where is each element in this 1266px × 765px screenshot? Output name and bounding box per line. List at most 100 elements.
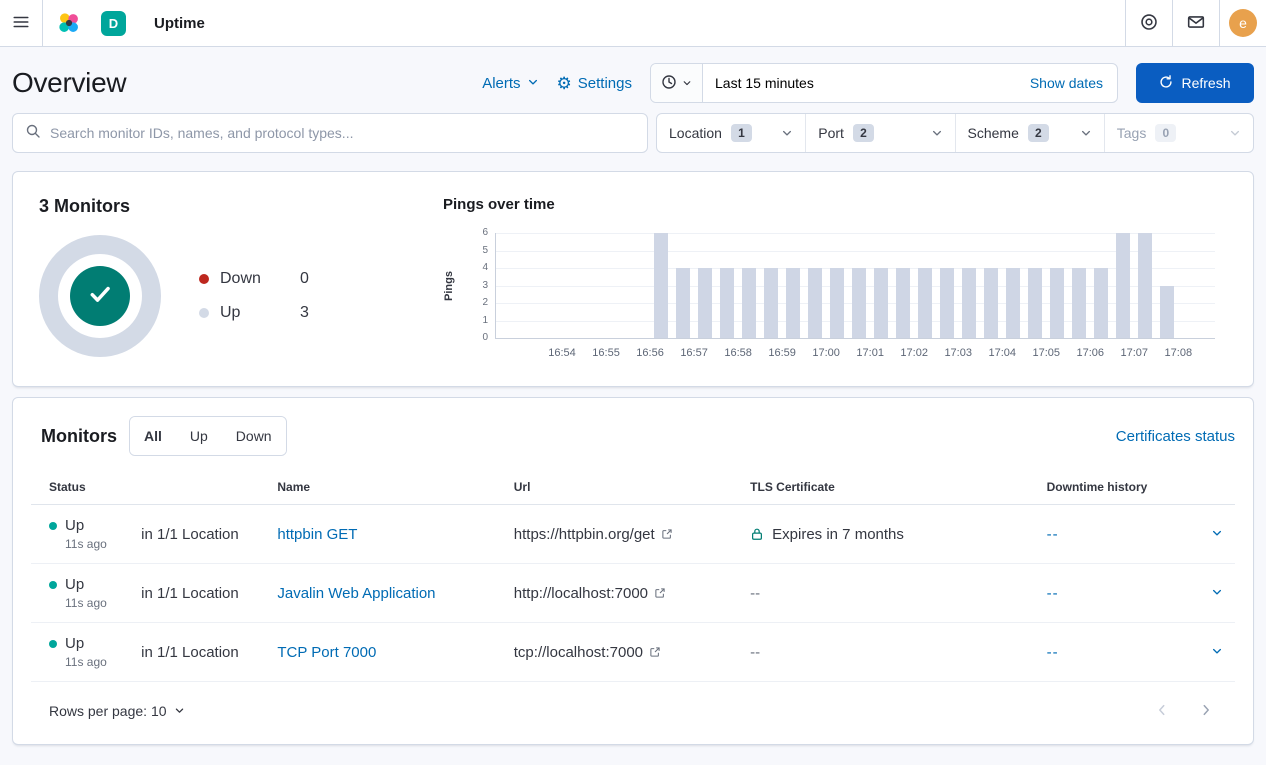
chart-y-axis-label: Pings	[443, 271, 455, 301]
pings-bar	[1028, 268, 1042, 338]
chevron-down-icon	[1211, 645, 1223, 660]
status-up-dot	[49, 640, 57, 648]
pings-bar	[698, 268, 712, 338]
refresh-button[interactable]: Refresh	[1136, 63, 1254, 103]
x-axis-tick-label: 16:57	[680, 347, 708, 359]
column-header-status: Status	[31, 470, 133, 505]
chevron-down-icon	[174, 703, 185, 719]
page-title: Overview	[12, 67, 126, 99]
status-label: Up	[65, 576, 84, 593]
legend-value: 0	[300, 270, 309, 288]
certificates-status-link[interactable]: Certificates status	[1116, 428, 1235, 445]
alerts-label: Alerts	[482, 75, 520, 92]
quick-select-button[interactable]	[651, 64, 703, 102]
external-link-icon	[654, 587, 666, 599]
alerts-dropdown-button[interactable]: Alerts	[482, 75, 538, 92]
y-axis-tick-label: 6	[482, 228, 488, 238]
filter-dropdown-tags[interactable]: Tags0	[1105, 114, 1253, 152]
elastic-logo[interactable]	[43, 0, 95, 46]
expand-row-button[interactable]	[1207, 641, 1227, 664]
expand-row-button[interactable]	[1207, 582, 1227, 605]
monitors-panel: Monitors All Up Down Certificates status…	[12, 397, 1254, 745]
monitor-location: in 1/1 Location	[133, 505, 269, 564]
expand-row-button[interactable]	[1207, 523, 1227, 546]
filter-tab-all[interactable]: All	[130, 417, 176, 455]
time-range-value[interactable]: Last 15 minutes	[703, 75, 1030, 91]
pings-bar	[1050, 268, 1064, 338]
chart-gridline	[496, 251, 1215, 252]
settings-button[interactable]: ⚙ Settings	[557, 75, 632, 92]
menu-hamburger-button[interactable]	[0, 0, 43, 46]
next-page-button[interactable]	[1199, 703, 1213, 720]
status-label: Up	[65, 635, 84, 652]
status-ago: 11s ago	[65, 655, 125, 669]
user-menu-button[interactable]: e	[1219, 0, 1266, 46]
pings-bar	[1072, 268, 1086, 338]
external-link-icon	[661, 528, 673, 540]
monitor-row: Up11s agoin 1/1 LocationJavalin Web Appl…	[31, 564, 1235, 623]
filter-dropdown-location[interactable]: Location1	[657, 114, 806, 152]
chevron-down-icon	[931, 127, 943, 139]
y-axis-tick-label: 1	[482, 316, 488, 326]
monitor-name-link[interactable]: httpbin GET	[277, 526, 357, 543]
legend-value: 3	[300, 304, 309, 322]
monitor-url-link[interactable]: tcp://localhost:7000	[514, 644, 661, 661]
filter-count-badge: 0	[1155, 124, 1176, 142]
chevron-down-icon	[1080, 127, 1092, 139]
help-menu-button[interactable]	[1125, 0, 1172, 46]
filter-dropdown-scheme[interactable]: Scheme2	[956, 114, 1105, 152]
tls-status: --	[750, 644, 760, 661]
refresh-label: Refresh	[1181, 75, 1230, 91]
filter-label: Port	[818, 125, 844, 141]
help-icon	[1140, 13, 1158, 34]
chevron-right-icon	[1199, 703, 1213, 720]
monitor-url-link[interactable]: http://localhost:7000	[514, 585, 666, 602]
app-title: Uptime	[154, 0, 205, 46]
filter-count-badge: 2	[853, 124, 874, 142]
column-header-name: Name	[269, 470, 505, 505]
clock-icon	[661, 74, 677, 93]
filter-dropdown-port[interactable]: Port 2	[806, 114, 955, 152]
legend-item-down: Down0	[199, 270, 309, 288]
column-header-expand	[1191, 470, 1235, 505]
pings-bar	[962, 268, 976, 338]
monitor-location: in 1/1 Location	[133, 623, 269, 682]
external-link-icon	[649, 646, 661, 658]
monitor-name-link[interactable]: Javalin Web Application	[277, 585, 435, 602]
x-axis-tick-label: 16:55	[592, 347, 620, 359]
legend-dot	[199, 308, 209, 318]
chevron-down-icon	[1229, 127, 1241, 139]
monitor-row: Up 11s ago in 1/1 Location TCP Port 7000 tcp…	[31, 623, 1235, 682]
pings-bar	[786, 268, 800, 338]
downtime-history-value: --	[1047, 644, 1059, 661]
x-axis-tick-label: 17:07	[1121, 347, 1149, 359]
monitor-name-link[interactable]: TCP Port 7000	[277, 644, 376, 661]
column-header-location	[133, 470, 269, 505]
monitor-row: Up11s agoin 1/1 Locationhttpbin GEThttps…	[31, 505, 1235, 564]
previous-page-button[interactable]	[1155, 703, 1169, 720]
monitor-url-link[interactable]: https://httpbin.org/get	[514, 526, 673, 543]
search-box	[12, 113, 648, 153]
status-label: Up	[65, 517, 84, 534]
monitor-search-input[interactable]	[50, 125, 635, 141]
refresh-icon	[1159, 75, 1173, 92]
space-switcher[interactable]: D	[95, 0, 138, 46]
pings-bar	[852, 268, 866, 338]
status-filter-group: All Up Down	[129, 416, 287, 456]
check-icon	[86, 280, 114, 313]
tls-status: Expires in 7 months	[772, 526, 904, 543]
pings-bar	[676, 268, 690, 338]
x-axis-tick-label: 17:08	[1165, 347, 1193, 359]
date-picker: Last 15 minutes Show dates	[650, 63, 1118, 103]
rows-per-page-button[interactable]: Rows per page: 10	[49, 703, 185, 719]
pings-bar	[984, 268, 998, 338]
newsfeed-button[interactable]	[1172, 0, 1219, 46]
pings-bar	[742, 268, 756, 338]
y-axis-tick-label: 0	[482, 333, 488, 343]
filter-tab-down[interactable]: Down	[222, 417, 286, 455]
show-dates-button[interactable]: Show dates	[1030, 75, 1117, 91]
snapshot-legend: Down0Up3	[199, 270, 309, 322]
column-header-downtime: Downtime history	[1039, 470, 1191, 505]
pings-bar	[1138, 233, 1152, 338]
filter-tab-up[interactable]: Up	[176, 417, 222, 455]
